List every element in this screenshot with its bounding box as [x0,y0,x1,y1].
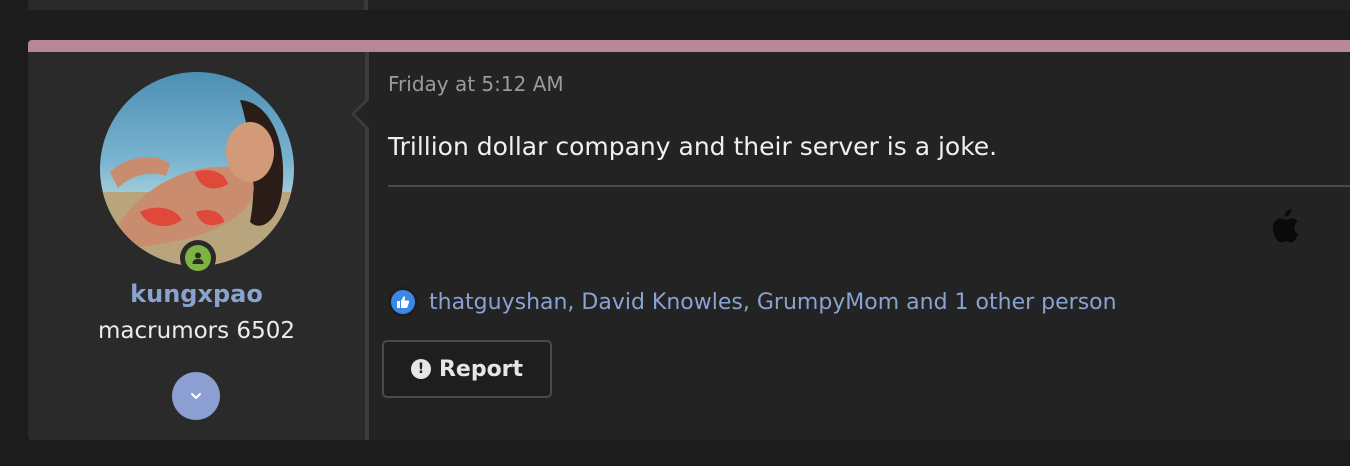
previous-post-sidebar [28,0,364,10]
author-username[interactable]: kungxpao [28,280,365,308]
signature-divider [388,185,1350,187]
report-button-label: Report [438,356,524,382]
expand-user-info-button[interactable] [172,372,220,420]
like-icon [388,287,418,317]
post-accent-bar [28,40,1350,52]
previous-post [28,0,1350,10]
author-title: macrumors 6502 [98,318,295,344]
avatar[interactable] [100,72,294,266]
post-message: Trillion dollar company and their server… [388,132,998,161]
page: kungxpao macrumors 6502 Friday at 5:12 A… [0,0,1350,466]
avatar-image [100,72,294,266]
post: kungxpao macrumors 6502 Friday at 5:12 A… [28,40,1350,440]
exclamation-circle-icon: ! [410,359,431,379]
reactions-bar: thatguyshan, David Knowles, GrumpyMom an… [388,286,1117,318]
message-pointer-fill [355,100,369,128]
post-timestamp[interactable]: Friday at 5:12 AM [388,72,564,96]
report-button[interactable]: ! Report [382,340,552,398]
previous-post-divider [364,0,368,10]
chevron-down-icon [191,393,201,399]
reaction-users-link[interactable]: thatguyshan, David Knowles, GrumpyMom an… [429,290,1117,315]
online-status-badge [180,240,216,276]
apple-logo-icon [1268,208,1300,244]
user-online-icon [185,245,211,271]
